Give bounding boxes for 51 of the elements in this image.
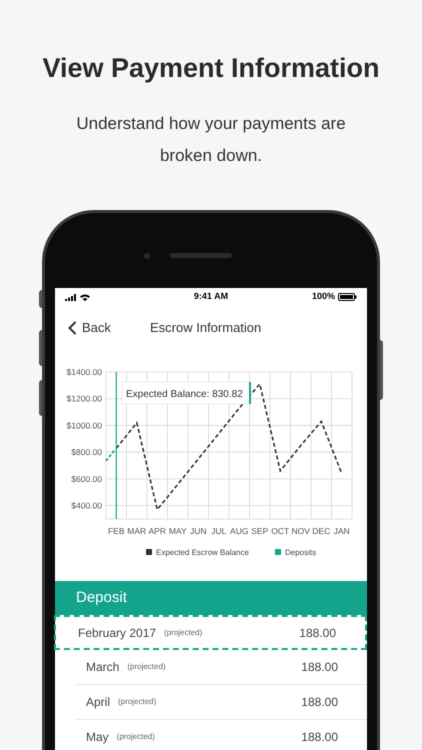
speaker-icon [170,253,232,258]
y-axis-label: $600.00 [71,474,102,484]
x-axis-label: JUL [211,526,226,536]
screen-title: Escrow Information [150,319,262,338]
status-time: 9:41 AM [194,290,228,304]
deposit-row[interactable]: March (projected) 188.00 [75,650,367,685]
x-axis-label: JAN [334,526,350,536]
x-axis-label: MAR [127,526,146,536]
battery-percent: 100% [312,290,335,304]
headline: View Payment Information [42,52,380,85]
legend-label: Expected Escrow Balance [156,548,249,557]
row-amount: 188.00 [299,624,336,642]
row-note: (projected) [164,626,202,638]
x-axis-label: DEC [312,526,330,536]
row-note: (projected) [118,696,156,708]
row-note: (projected) [127,661,166,673]
deposit-title: Deposit [76,588,127,608]
battery-icon [338,293,357,301]
y-axis-label: $800.00 [71,447,102,458]
x-axis-label: FEB [108,526,125,536]
chevron-left-icon [68,321,77,335]
x-axis-label: AUG [230,526,248,536]
deposit-row[interactable]: May (projected) 188.00 [75,720,367,750]
row-amount: 188.00 [301,659,338,676]
x-axis-label: MAY [168,526,187,536]
row-label: April [86,694,110,711]
subtitle: Understand how your payments are broken down. [75,113,347,167]
x-axis-label: APR [148,526,166,536]
back-button[interactable]: Back [68,318,138,338]
row-label: February 2017 [78,624,156,642]
camera-icon [144,252,150,258]
x-axis-label: SEP [251,526,268,536]
row-amount: 188.00 [301,694,338,711]
y-axis-label: $400.00 [71,500,102,511]
row-amount: 188.00 [301,729,338,746]
y-axis-label: $1200.00 [66,394,102,404]
x-axis-label: JUN [190,526,207,536]
x-axis-label: NOV [292,526,310,536]
y-axis-label: $1000.00 [66,420,102,430]
row-note: (projected) [116,731,155,743]
deposit-row[interactable]: April (projected) 188.00 [75,685,367,720]
wifi-icon [80,294,90,300]
row-label: March [86,659,120,676]
signal-icon [65,294,77,300]
x-axis-label: OCT [271,526,290,536]
row-label: May [86,729,109,746]
picture-cursor-trail [105,448,116,462]
tooltip-text: Expected Balance: 830.82 [126,389,243,400]
y-axis-label: $1400.00 [66,367,102,377]
legend-label: Deposits [285,548,316,557]
deposit-row[interactable]: February 2017 (projected) 188.00 [54,615,367,650]
